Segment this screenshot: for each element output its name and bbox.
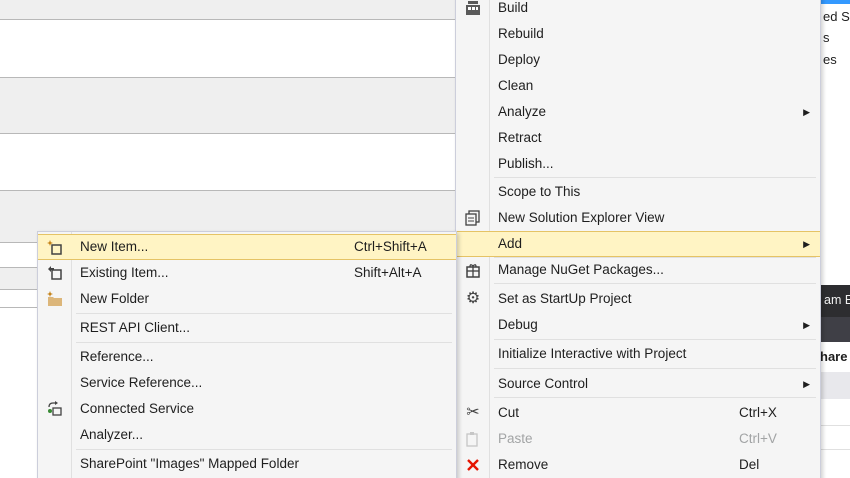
menu-item-label: Scope to This — [498, 184, 581, 199]
menu-item-label: Set as StartUp Project — [498, 291, 632, 306]
nuget-icon — [465, 262, 481, 278]
menu-item-analyzer[interactable]: Analyzer... — [38, 422, 456, 448]
build-icon — [465, 0, 481, 16]
team-explorer-row — [820, 428, 850, 450]
scissors-icon: ✂ — [466, 404, 480, 421]
menu-item-label: New Folder — [80, 291, 150, 306]
connected-service-icon — [47, 401, 63, 417]
menu-item-new-folder[interactable]: New Folder — [38, 286, 456, 312]
menu-item-remove[interactable]: Remove Del — [456, 452, 820, 478]
menu-item-new-item[interactable]: New Item... Ctrl+Shift+A — [38, 234, 456, 260]
menu-item-sharepoint-images-folder[interactable]: SharePoint "Images" Mapped Folder — [38, 451, 456, 477]
menu-item-label: New Item... — [80, 239, 149, 254]
menu-item-analyze[interactable]: Analyze ▶ — [456, 99, 820, 125]
project-context-menu: Build Rebuild Deploy Clean Analyze ▶ Ret… — [455, 0, 821, 478]
menu-item-label: Debug — [498, 317, 538, 332]
menu-item-label: Analyze — [498, 104, 547, 119]
menu-item-cut[interactable]: ✂ Cut Ctrl+X — [456, 400, 820, 426]
menu-item-label: Service Reference... — [80, 375, 203, 390]
menu-item-scope-to-this[interactable]: Scope to This — [456, 179, 820, 205]
submenu-arrow-icon: ▶ — [803, 320, 810, 330]
team-explorer-toolbar — [820, 317, 850, 342]
menu-item-label: SharePoint "Images" Mapped Folder — [80, 456, 299, 471]
menu-item-shortcut: Ctrl+V — [739, 431, 777, 446]
menu-item-label: Publish... — [498, 156, 554, 171]
menu-separator — [494, 177, 816, 178]
background-row — [0, 20, 455, 78]
background-row — [0, 78, 455, 134]
menu-item-label: Initialize Interactive with Project — [498, 346, 687, 361]
menu-item-debug[interactable]: Debug ▶ — [456, 312, 820, 338]
menu-item-shortcut: Ctrl+X — [739, 405, 777, 420]
menu-item-service-reference[interactable]: Service Reference... — [38, 370, 456, 396]
menu-item-label: New Solution Explorer View — [498, 210, 665, 225]
menu-item-shortcut: Del — [739, 457, 760, 472]
team-explorer-row — [820, 372, 850, 399]
solution-explorer-text[interactable]: es — [823, 52, 837, 67]
menu-separator — [494, 339, 816, 340]
solution-explorer-text[interactable]: ed Se — [823, 9, 850, 24]
menu-item-add[interactable]: Add ▶ — [456, 231, 820, 257]
menu-separator — [76, 313, 452, 314]
submenu-arrow-icon: ▶ — [803, 239, 810, 249]
menu-separator — [494, 397, 816, 398]
menu-item-reference[interactable]: Reference... — [38, 344, 456, 370]
menu-item-label: Source Control — [498, 376, 589, 391]
remove-icon — [465, 457, 481, 473]
menu-separator — [76, 342, 452, 343]
team-explorer-title[interactable]: am E — [820, 285, 850, 317]
menu-item-label: Analyzer... — [80, 427, 144, 442]
menu-item-label: REST API Client... — [80, 320, 191, 335]
menu-item-build[interactable]: Build — [456, 0, 820, 21]
menu-item-shortcut: Ctrl+Shift+A — [354, 239, 427, 254]
menu-item-label: Paste — [498, 431, 533, 446]
menu-item-label: Reference... — [80, 349, 154, 364]
menu-item-rest-api-client[interactable]: REST API Client... — [38, 315, 456, 341]
submenu-arrow-icon: ▶ — [803, 379, 810, 389]
menu-item-initialize-interactive[interactable]: Initialize Interactive with Project — [456, 341, 820, 367]
submenu-arrow-icon: ▶ — [803, 107, 810, 117]
menu-item-retract[interactable]: Retract — [456, 125, 820, 151]
menu-item-rebuild[interactable]: Rebuild — [456, 21, 820, 47]
menu-item-label: Cut — [498, 405, 520, 420]
team-explorer-row — [820, 404, 850, 426]
menu-item-manage-nuget[interactable]: Manage NuGet Packages... — [456, 257, 820, 283]
menu-item-set-startup-project[interactable]: ⚙ Set as StartUp Project — [456, 286, 820, 312]
solution-explorer-selection — [820, 0, 850, 4]
menu-separator — [494, 368, 816, 369]
menu-item-deploy[interactable]: Deploy — [456, 47, 820, 73]
solution-explorer-text[interactable]: s — [823, 30, 830, 45]
new-folder-icon — [47, 291, 63, 307]
new-view-icon — [465, 210, 481, 226]
menu-item-label: Rebuild — [498, 26, 544, 41]
share-label: hare — [820, 342, 850, 372]
menu-item-label: Connected Service — [80, 401, 195, 416]
menu-item-label: Retract — [498, 130, 542, 145]
team-explorer-title-text: am E — [824, 293, 850, 307]
menu-item-label: Clean — [498, 78, 534, 93]
menu-separator — [76, 449, 452, 450]
menu-item-existing-item[interactable]: Existing Item... Shift+Alt+A — [38, 260, 456, 286]
menu-item-label: Deploy — [498, 52, 541, 67]
menu-separator — [494, 283, 816, 284]
menu-item-clean[interactable]: Clean — [456, 73, 820, 99]
menu-item-label: Manage NuGet Packages... — [498, 262, 664, 277]
menu-item-publish[interactable]: Publish... — [456, 151, 820, 177]
menu-item-paste[interactable]: Paste Ctrl+V — [456, 426, 820, 452]
background-row — [0, 0, 455, 20]
menu-item-connected-service[interactable]: Connected Service — [38, 396, 456, 422]
add-submenu: New Item... Ctrl+Shift+A Existing Item..… — [37, 231, 457, 478]
background-row — [0, 134, 455, 191]
menu-item-shortcut: Shift+Alt+A — [354, 265, 422, 280]
menu-item-label: Remove — [498, 457, 549, 472]
paste-icon — [465, 431, 481, 447]
menu-item-label: Add — [498, 236, 523, 251]
menu-item-new-solution-explorer-view[interactable]: New Solution Explorer View — [456, 205, 820, 231]
menu-item-label: Existing Item... — [80, 265, 169, 280]
existing-item-icon — [47, 265, 63, 281]
menu-item-source-control[interactable]: Source Control ▶ — [456, 371, 820, 397]
new-item-icon — [47, 240, 63, 256]
menu-item-label: Build — [498, 0, 529, 15]
gear-icon: ⚙ — [465, 290, 481, 307]
